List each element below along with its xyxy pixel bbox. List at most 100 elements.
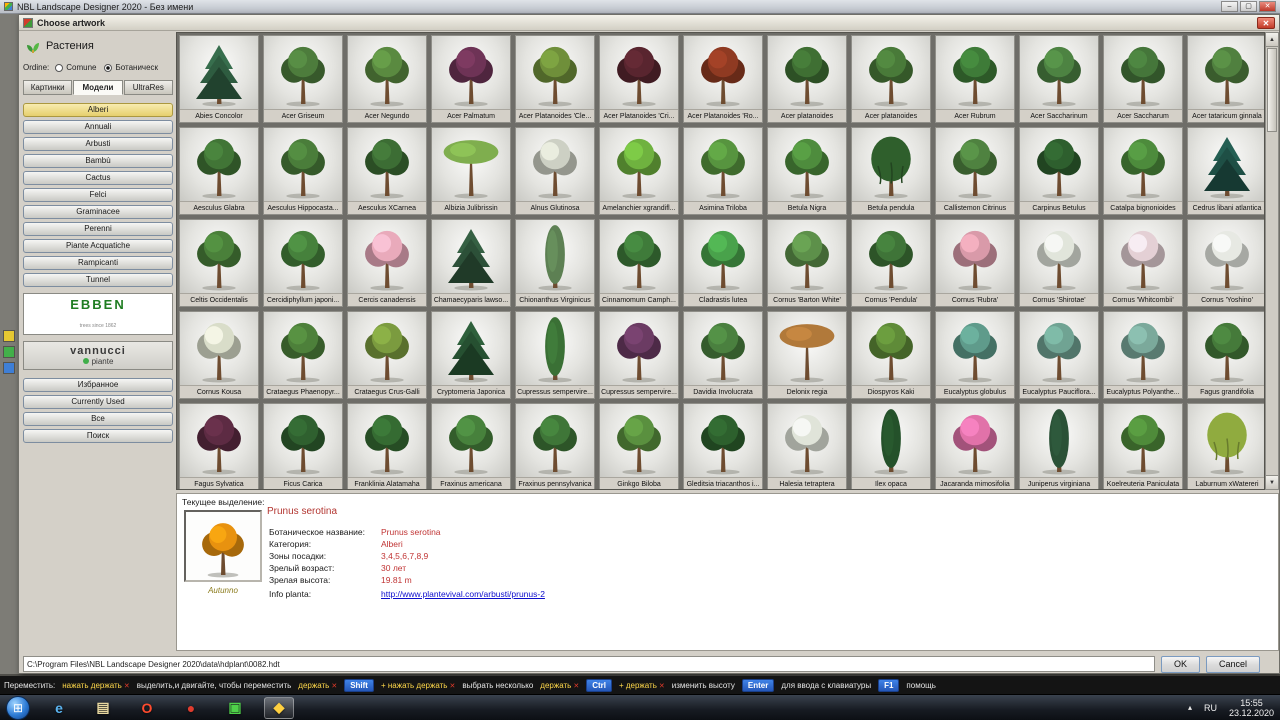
artwork-cell[interactable]: Cornus 'Pendula' bbox=[851, 219, 931, 307]
info-planta-link[interactable]: http://www.plantevival.com/arbusti/prunu… bbox=[381, 589, 545, 599]
artwork-cell[interactable]: Laburnum xWatereri bbox=[1187, 403, 1265, 490]
artwork-cell[interactable]: Delonix regia bbox=[767, 311, 847, 399]
category-rampicanti[interactable]: Rampicanti bbox=[23, 256, 173, 270]
artwork-cell[interactable]: Diospyros Kaki bbox=[851, 311, 931, 399]
artwork-cell[interactable]: Acer Palmatum bbox=[431, 35, 511, 123]
artwork-cell[interactable]: Cercis canadensis bbox=[347, 219, 427, 307]
tab-модели[interactable]: Модели bbox=[73, 80, 122, 95]
artwork-cell[interactable]: Juniperus virginiana bbox=[1019, 403, 1099, 490]
category-bambù[interactable]: Bambù bbox=[23, 154, 173, 168]
artwork-cell[interactable]: Fraxinus americana bbox=[431, 403, 511, 490]
artwork-cell[interactable]: Betula pendula bbox=[851, 127, 931, 215]
artwork-cell[interactable]: Ginkgo Biloba bbox=[599, 403, 679, 490]
artwork-cell[interactable]: Acer Rubrum bbox=[935, 35, 1015, 123]
window-close-button[interactable]: ✕ bbox=[1259, 1, 1276, 12]
category-felci[interactable]: Felci bbox=[23, 188, 173, 202]
action-поиск[interactable]: Поиск bbox=[23, 429, 173, 443]
artwork-cell[interactable]: Abies Concolor bbox=[179, 35, 259, 123]
artwork-cell[interactable]: Crataegus Crus-Galli bbox=[347, 311, 427, 399]
artwork-cell[interactable]: Cladrastis lutea bbox=[683, 219, 763, 307]
internet-explorer-icon[interactable]: e bbox=[44, 697, 74, 719]
artwork-cell[interactable]: Acer Platanoides 'Cle... bbox=[515, 35, 595, 123]
artwork-cell[interactable]: Fraxinus pennsylvanica bbox=[515, 403, 595, 490]
window-minimize-button[interactable]: – bbox=[1221, 1, 1238, 12]
category-piante-acquatiche[interactable]: Piante Acquatiche bbox=[23, 239, 173, 253]
artwork-cell[interactable]: Acer Saccharinum bbox=[1019, 35, 1099, 123]
ordine-radio-comune[interactable]: Comune bbox=[55, 63, 96, 72]
ordine-radio-ботаническ[interactable]: Ботаническ bbox=[104, 63, 158, 72]
artwork-cell[interactable]: Ilex opaca bbox=[851, 403, 931, 490]
window-maximize-button[interactable]: ▢ bbox=[1240, 1, 1257, 12]
ebben-logo-button[interactable]: EBBEN trees since 1862 bbox=[23, 293, 173, 335]
action-избранное[interactable]: Избранное bbox=[23, 378, 173, 392]
artwork-cell[interactable]: Alnus Glutinosa bbox=[515, 127, 595, 215]
dialog-close-button[interactable]: ✕ bbox=[1257, 17, 1275, 29]
category-cactus[interactable]: Cactus bbox=[23, 171, 173, 185]
scroll-down-icon[interactable]: ▼ bbox=[1266, 475, 1278, 489]
documents-icon[interactable]: ▤ bbox=[88, 697, 118, 719]
artwork-cell[interactable]: Cupressus sempervire... bbox=[599, 311, 679, 399]
artwork-cell[interactable]: Fagus Sylvatica bbox=[179, 403, 259, 490]
tab-картинки[interactable]: Картинки bbox=[23, 80, 72, 95]
tab-ultrares[interactable]: UltraRes bbox=[124, 80, 173, 95]
artwork-cell[interactable]: Cornus 'Shirotae' bbox=[1019, 219, 1099, 307]
artwork-cell[interactable]: Eucalyptus Pauciflora... bbox=[1019, 311, 1099, 399]
artwork-cell[interactable]: Eucalyptus Polyanthe... bbox=[1103, 311, 1183, 399]
language-indicator[interactable]: RU bbox=[1204, 703, 1217, 713]
nbl-app-icon[interactable]: ◆ bbox=[264, 697, 294, 719]
category-graminacee[interactable]: Graminacee bbox=[23, 205, 173, 219]
artwork-cell[interactable]: Jacaranda mimosifolia bbox=[935, 403, 1015, 490]
artwork-cell[interactable]: Cryptomeria Japonica bbox=[431, 311, 511, 399]
artwork-cell[interactable]: Asimina Triloba bbox=[683, 127, 763, 215]
ok-button[interactable]: OK bbox=[1161, 656, 1200, 673]
artwork-cell[interactable]: Ficus Carica bbox=[263, 403, 343, 490]
artwork-cell[interactable]: Callistemon Citrinus bbox=[935, 127, 1015, 215]
artwork-cell[interactable]: Albizia Julibrissin bbox=[431, 127, 511, 215]
artwork-cell[interactable]: Davidia Involucrata bbox=[683, 311, 763, 399]
artwork-cell[interactable]: Fagus grandifolia bbox=[1187, 311, 1265, 399]
artwork-cell[interactable]: Acer Platanoides 'Ro... bbox=[683, 35, 763, 123]
start-button[interactable]: ⊞ bbox=[6, 696, 30, 720]
artwork-cell[interactable]: Koelreuteria Paniculata bbox=[1103, 403, 1183, 490]
artwork-cell[interactable]: Cornus 'Whitcombii' bbox=[1103, 219, 1183, 307]
artwork-cell[interactable]: Cornus 'Yoshino' bbox=[1187, 219, 1265, 307]
action-все[interactable]: Все bbox=[23, 412, 173, 426]
category-perenni[interactable]: Perenni bbox=[23, 222, 173, 236]
artwork-cell[interactable]: Gleditsia triacanthos i... bbox=[683, 403, 763, 490]
artwork-cell[interactable]: Acer Griseum bbox=[263, 35, 343, 123]
artwork-cell[interactable]: Crataegus Phaenopyr... bbox=[263, 311, 343, 399]
category-tunnel[interactable]: Tunnel bbox=[23, 273, 173, 287]
artwork-cell[interactable]: Aesculus Hippocasta... bbox=[263, 127, 343, 215]
category-arbusti[interactable]: Arbusti bbox=[23, 137, 173, 151]
scroll-up-icon[interactable]: ▲ bbox=[1266, 33, 1278, 47]
artwork-cell[interactable]: Aesculus Glabra bbox=[179, 127, 259, 215]
artwork-cell[interactable]: Cornus 'Barton White' bbox=[767, 219, 847, 307]
green-app-icon[interactable]: ▣ bbox=[220, 697, 250, 719]
artwork-cell[interactable]: Cedrus libani atlantica bbox=[1187, 127, 1265, 215]
artwork-cell[interactable]: Acer platanoides bbox=[851, 35, 931, 123]
opera-icon[interactable]: O bbox=[132, 697, 162, 719]
artwork-cell[interactable]: Amelanchier xgrandifl... bbox=[599, 127, 679, 215]
artwork-cell[interactable]: Cinnamomum Camph... bbox=[599, 219, 679, 307]
artwork-cell[interactable]: Acer Negundo bbox=[347, 35, 427, 123]
artwork-cell[interactable]: Acer tataricum ginnala bbox=[1187, 35, 1265, 123]
artwork-cell[interactable]: Carpinus Betulus bbox=[1019, 127, 1099, 215]
artwork-cell[interactable]: Catalpa bignonioides bbox=[1103, 127, 1183, 215]
browser-icon[interactable]: ● bbox=[176, 697, 206, 719]
artwork-cell[interactable]: Cercidiphyllum japoni... bbox=[263, 219, 343, 307]
artwork-cell[interactable]: Aesculus XCarnea bbox=[347, 127, 427, 215]
artwork-cell[interactable]: Eucalyptus globulus bbox=[935, 311, 1015, 399]
artwork-cell[interactable]: Cornus Kousa bbox=[179, 311, 259, 399]
artwork-cell[interactable]: Halesia tetraptera bbox=[767, 403, 847, 490]
artwork-cell[interactable]: Chionanthus Virginicus bbox=[515, 219, 595, 307]
artwork-cell[interactable]: Acer platanoides bbox=[767, 35, 847, 123]
category-annuali[interactable]: Annuali bbox=[23, 120, 173, 134]
tray-expand-icon[interactable]: ▴ bbox=[1188, 703, 1192, 712]
vannucci-logo-button[interactable]: vannucci piante bbox=[23, 341, 173, 370]
tray-clock[interactable]: 15:55 23.12.2020 bbox=[1229, 698, 1274, 718]
action-currently-used[interactable]: Currently Used bbox=[23, 395, 173, 409]
scrollbar-thumb[interactable] bbox=[1267, 48, 1277, 132]
cancel-button[interactable]: Cancel bbox=[1206, 656, 1260, 673]
artwork-cell[interactable]: Cornus 'Rubra' bbox=[935, 219, 1015, 307]
artwork-cell[interactable]: Betula Nigra bbox=[767, 127, 847, 215]
